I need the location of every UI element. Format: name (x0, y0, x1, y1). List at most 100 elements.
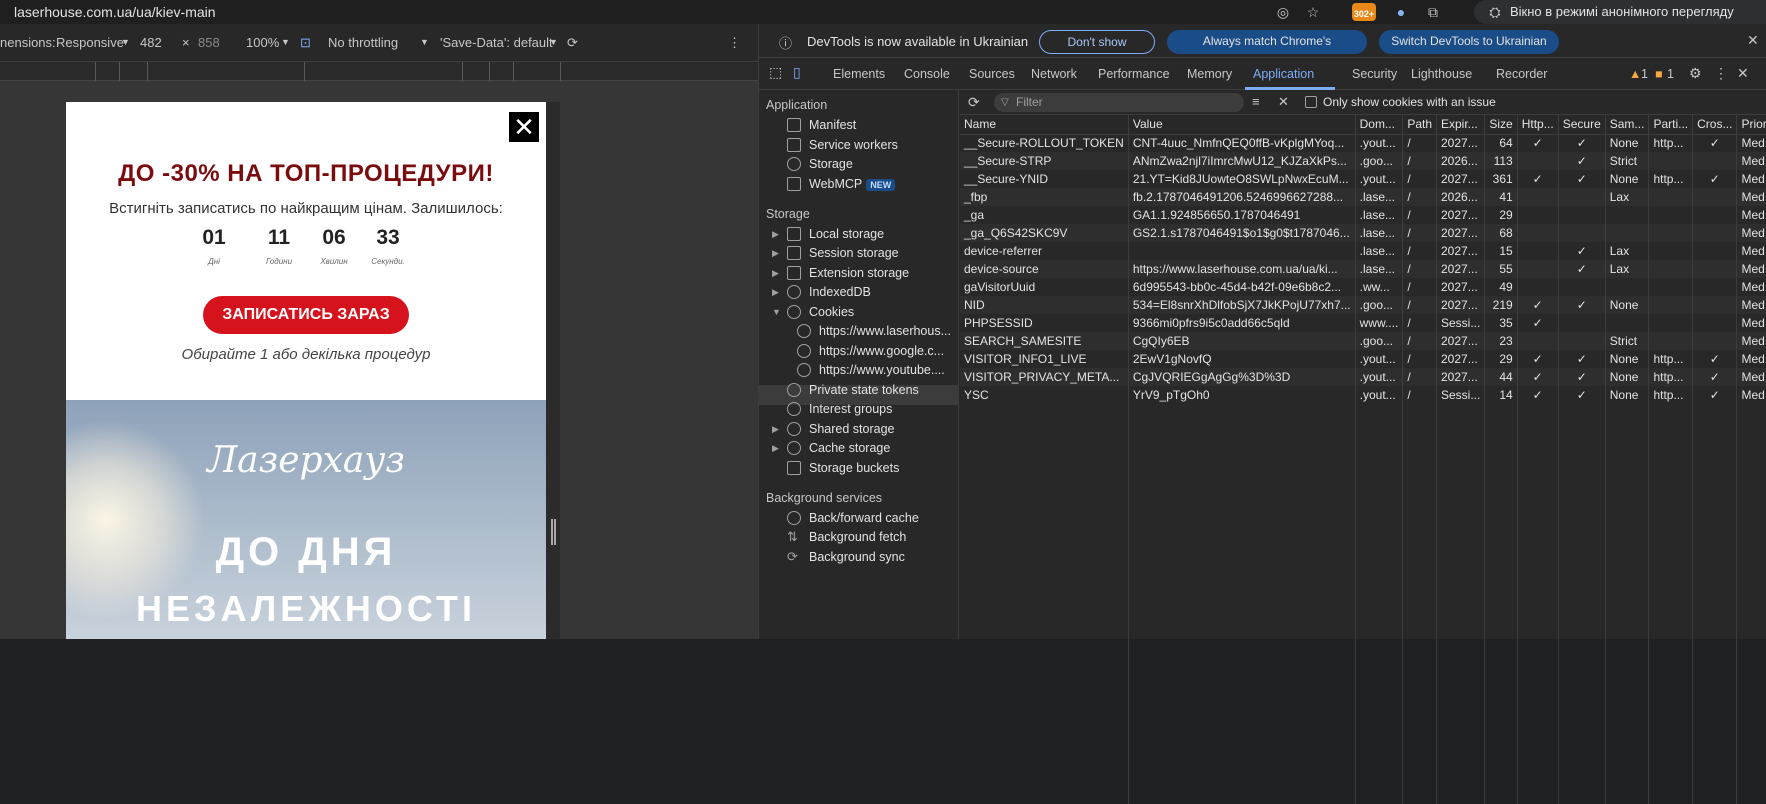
clear-filtered-icon[interactable]: ≡ (1252, 94, 1260, 109)
extension-badge[interactable]: 302+ (1352, 3, 1376, 21)
rotate-icon[interactable]: ⟳ (567, 35, 578, 51)
tab-memory[interactable]: Memory (1187, 67, 1232, 81)
table-row[interactable]: __Secure-ROLLOUT_TOKEN CNT-4uuc_NmfnQEQ0f… (960, 134, 1766, 152)
resize-handle[interactable] (551, 519, 556, 545)
media-query-ruler[interactable] (0, 62, 758, 81)
close-icon[interactable]: ✕ (1737, 65, 1749, 82)
table-row[interactable]: _ga GA1.1.924856650.1787046491 .lase.../20… (960, 206, 1766, 224)
only-issues-checkbox[interactable] (1305, 96, 1317, 108)
switch-language-button[interactable]: Switch DevTools to Ukrainian (1379, 30, 1559, 54)
puzzle-icon[interactable]: ⧉ (1424, 3, 1442, 21)
save-data-select[interactable]: 'Save-Data': default (440, 35, 553, 50)
expand-arrow-icon[interactable]: ▶ (772, 248, 779, 259)
cookie-origin-google[interactable]: https://www.google.c... (819, 344, 944, 358)
sidebar-item-shared-storage[interactable]: Shared storage (809, 422, 894, 436)
expand-arrow-icon[interactable]: ▶ (772, 443, 779, 454)
screenshot-icon[interactable]: ⊡ (300, 35, 311, 51)
height-input[interactable]: 858 (198, 35, 220, 50)
inspect-icon[interactable]: ⬚ (769, 64, 782, 81)
issues-icon[interactable]: ■ (1655, 67, 1663, 81)
warnings-count[interactable]: 1 (1641, 67, 1648, 81)
column-header[interactable]: Prior... (1736, 115, 1766, 135)
sidebar-item-storage[interactable]: Storage (809, 157, 853, 171)
refresh-icon[interactable]: ⟳ (968, 94, 980, 111)
expand-arrow-icon[interactable]: ▶ (772, 424, 779, 435)
column-header[interactable]: Path (1402, 115, 1437, 135)
table-row[interactable]: VISITOR_PRIVACY_META... CgJVQRIEGgAgGg%3D… (960, 368, 1766, 386)
sidebar-item-webmcp[interactable]: WebMCP NEW (809, 177, 896, 191)
width-input[interactable]: 482 (140, 35, 162, 50)
table-row[interactable]: NID 534=El8snrXhDlfobSjX7JkKPojU77xh7....… (960, 296, 1766, 314)
sidebar-item-back-forward-cache[interactable]: Back/forward cache (809, 511, 919, 525)
collapse-arrow-icon[interactable]: ▼ (772, 307, 781, 317)
tab-performance[interactable]: Performance (1098, 67, 1170, 81)
tab-console[interactable]: Console (904, 67, 950, 81)
table-row[interactable]: __Secure-STRP ANmZwa2njl7iImrcMwU12_KJZaX… (960, 152, 1766, 170)
tab-network[interactable]: Network (1031, 67, 1077, 81)
eye-off-icon[interactable]: ◎ (1274, 3, 1292, 21)
sidebar-item-interest-groups[interactable]: Interest groups (809, 402, 892, 416)
sidebar-item-cache-storage[interactable]: Cache storage (809, 441, 890, 455)
more-options-icon[interactable]: ⋮ (1714, 65, 1728, 82)
tab-lighthouse[interactable]: Lighthouse (1411, 67, 1472, 81)
column-header[interactable]: Expir... (1436, 115, 1486, 135)
table-row[interactable]: YSC YrV9_pTgOh0 .yout... / Sessi... 14 ✓ ✓ None h… (960, 386, 1766, 404)
column-header[interactable]: Parti... (1648, 115, 1694, 135)
issues-count[interactable]: 1 (1667, 67, 1674, 81)
sidebar-item-extension-storage[interactable]: Extension storage (809, 266, 909, 280)
sidebar-item-session-storage[interactable]: Session storage (809, 246, 899, 260)
clear-all-icon[interactable]: ✕ (1278, 94, 1289, 110)
gear-icon[interactable]: ⚙ (1689, 65, 1702, 82)
table-row[interactable]: _fbp fb.2.1787046491206.5246996627288....… (960, 188, 1766, 206)
table-row[interactable]: _ga_Q6S42SKC9V GS2.1.s1787046491$o1$g0$t1… (960, 224, 1766, 242)
sidebar-item-storage-buckets[interactable]: Storage buckets (809, 461, 899, 475)
table-row[interactable]: SEARCH_SAMESITE CgQIy6EB .goo.../2027... 23… (960, 332, 1766, 350)
table-row[interactable]: gaVisitorUuid 6d995543-bb0c-45d4-b42f-09e… (960, 278, 1766, 296)
zoom-select[interactable]: 100% (246, 35, 279, 50)
sidebar-item-background-fetch[interactable]: Background fetch (809, 530, 906, 544)
expand-arrow-icon[interactable]: ▶ (772, 287, 779, 298)
device-toggle-icon[interactable]: ▯ (793, 64, 801, 81)
extension-icon[interactable]: ● (1392, 3, 1410, 21)
close-icon[interactable]: ✕ (509, 112, 539, 142)
tab-elements[interactable]: Elements (833, 67, 885, 81)
table-row[interactable]: PHPSESSID 9366mi0pfrs9i5c0add66c5qld www..… (960, 314, 1766, 332)
sidebar-item-manifest[interactable]: Manifest (809, 118, 856, 132)
incognito-indicator[interactable]: ⛭ Вікно в режимі анонімного перегляду (1474, 0, 1766, 24)
table-row[interactable]: device-source https://www.laserhouse.com.… (960, 260, 1766, 278)
expand-arrow-icon[interactable]: ▶ (772, 268, 779, 279)
table-row[interactable]: __Secure-YNID 21.YT=Kid8JUowteO8SWLpNwxEc… (960, 170, 1766, 188)
sidebar-item-indexeddb[interactable]: IndexedDB (809, 285, 871, 299)
match-language-button[interactable]: Always match Chrome's language (1167, 30, 1367, 70)
sidebar-item-private-state-tokens[interactable]: Private state tokens (809, 383, 919, 397)
table-row[interactable]: VISITOR_INFO1_LIVE 2EwV1gNovfQ .yout.../20… (960, 350, 1766, 368)
sidebar-item-cookies[interactable]: Cookies (809, 305, 854, 319)
cookie-origin-laserhouse[interactable]: https://www.laserhous... (819, 324, 951, 338)
cookie-origin-youtube[interactable]: https://www.youtube.... (819, 363, 945, 377)
tab-sources[interactable]: Sources (969, 67, 1015, 81)
warning-icon[interactable]: ▲ (1629, 67, 1641, 81)
sidebar-item-service-workers[interactable]: Service workers (809, 138, 898, 152)
column-header[interactable]: Dom... (1355, 115, 1404, 135)
column-header[interactable]: Cros... (1692, 115, 1738, 135)
column-header[interactable]: Value (1128, 115, 1356, 135)
column-header[interactable]: Name (960, 115, 1129, 135)
tab-security[interactable]: Security (1352, 67, 1397, 81)
signup-button[interactable]: ЗАПИСАТИСЬ ЗАРАЗ (203, 296, 409, 334)
sidebar-item-local-storage[interactable]: Local storage (809, 227, 884, 241)
address-bar[interactable]: laserhouse.com.ua/ua/kiev-main (14, 4, 216, 20)
star-icon[interactable]: ☆ (1304, 3, 1322, 21)
column-header[interactable]: Size (1484, 115, 1518, 135)
dont-show-again-button[interactable]: Don't show again (1039, 30, 1155, 71)
expand-arrow-icon[interactable]: ▶ (772, 229, 779, 240)
close-icon[interactable]: ✕ (1747, 32, 1759, 49)
filter-input[interactable]: ▽ Filter (994, 93, 1244, 112)
sidebar-item-background-sync[interactable]: Background sync (809, 550, 905, 564)
table-row[interactable]: device-referrer .lase.../2027... 15 ✓ Lax Med… (960, 242, 1766, 260)
tab-application[interactable]: Application (1253, 67, 1314, 81)
more-options-icon[interactable]: ⋮ (728, 35, 741, 51)
column-header[interactable]: Http... (1517, 115, 1559, 135)
tab-recorder[interactable]: Recorder (1496, 67, 1547, 81)
throttling-select[interactable]: No throttling (328, 35, 398, 50)
column-header[interactable]: Secure (1558, 115, 1606, 135)
